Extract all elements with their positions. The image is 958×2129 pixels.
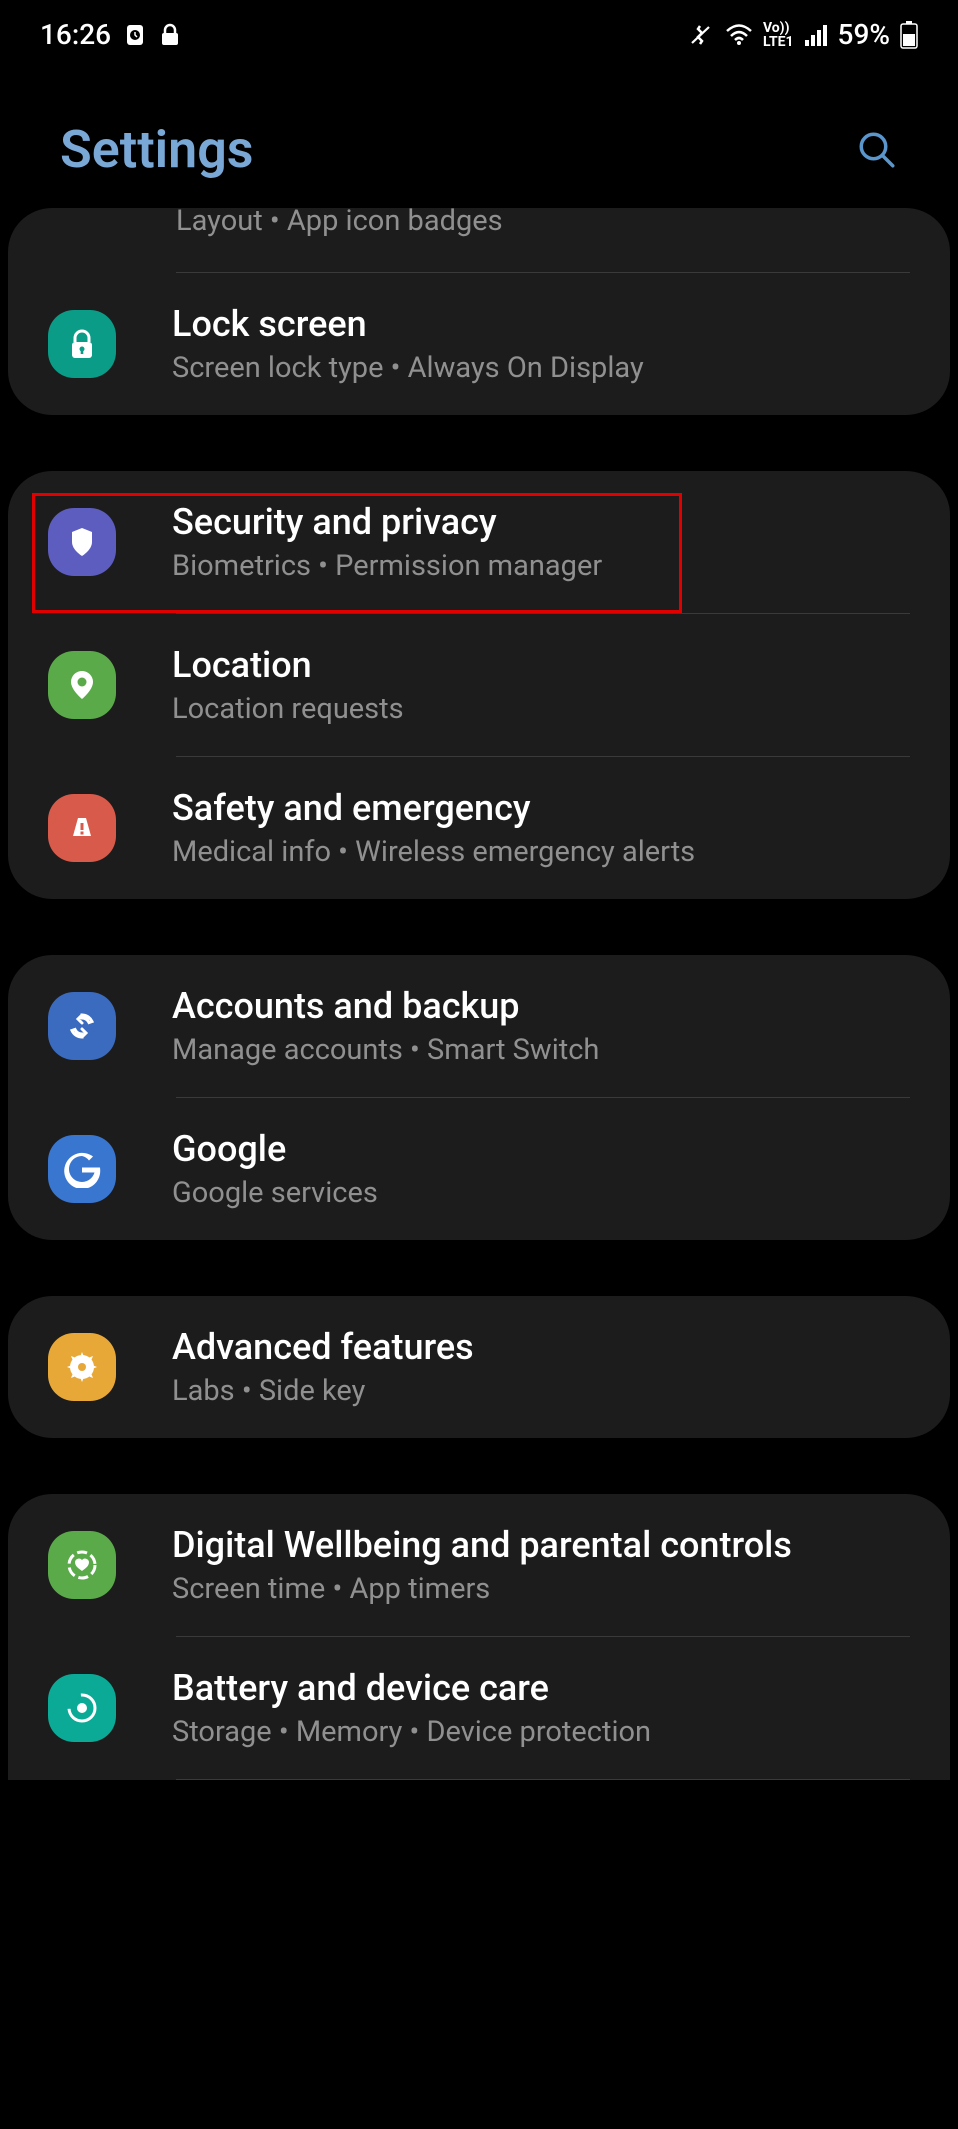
row-subtitle: Medical info • Wireless emergency alerts [172,835,910,869]
vibrate-icon [689,23,715,47]
row-title: Lock screen [172,303,910,345]
settings-item-advanced-features[interactable]: Advanced features Labs • Side key [8,1296,950,1438]
settings-item-accounts-backup[interactable]: Accounts and backup Manage accounts • Sm… [8,955,950,1097]
row-content: Google Google services [172,1128,910,1210]
row-title: Location [172,644,910,686]
status-left: 16:26 [40,18,181,51]
row-content: Location Location requests [172,644,910,726]
row-title: Advanced features [172,1326,910,1368]
row-content: Lock screen Screen lock type • Always On… [172,303,910,385]
shield-icon [48,508,116,576]
settings-item-location[interactable]: Location Location requests [8,614,950,756]
search-button[interactable] [856,129,898,171]
settings-title: Settings [60,119,254,180]
lock-icon [159,23,181,47]
row-content: Safety and emergency Medical info • Wire… [172,787,910,869]
clock-icon [123,23,147,47]
settings-group-security: Security and privacy Biometrics • Permis… [8,471,950,899]
divider [176,1779,910,1780]
row-subtitle: Location requests [172,692,910,726]
advanced-gear-icon [48,1333,116,1401]
settings-group-accounts: Accounts and backup Manage accounts • Sm… [8,955,950,1240]
settings-group-device: Digital Wellbeing and parental controls … [8,1494,950,1780]
settings-group-display: Layout • App icon badges Lock screen Scr… [8,208,950,415]
row-subtitle: Storage • Memory • Device protection [172,1715,910,1749]
wellbeing-icon [48,1531,116,1599]
row-subtitle: Manage accounts • Smart Switch [172,1033,910,1067]
settings-item-lock-screen[interactable]: Lock screen Screen lock type • Always On… [8,273,950,415]
status-right: Vo)) LTE1 59% [689,18,918,51]
row-subtitle: Google services [172,1176,910,1210]
google-icon [48,1135,116,1203]
settings-item-digital-wellbeing[interactable]: Digital Wellbeing and parental controls … [8,1494,950,1636]
settings-item-battery-device-care[interactable]: Battery and device care Storage • Memory… [8,1637,950,1779]
search-icon [856,129,898,171]
row-subtitle: Screen time • App timers [172,1572,910,1606]
row-title: Safety and emergency [172,787,910,829]
row-content: Advanced features Labs • Side key [172,1326,910,1408]
signal-icon [804,24,828,46]
status-time: 16:26 [40,18,111,51]
settings-item-safety-emergency[interactable]: Safety and emergency Medical info • Wire… [8,757,950,899]
row-title: Digital Wellbeing and parental controls [172,1524,910,1566]
device-care-icon [48,1674,116,1742]
settings-item-google[interactable]: Google Google services [8,1098,950,1240]
row-title: Security and privacy [172,501,910,543]
settings-group-advanced: Advanced features Labs • Side key [8,1296,950,1438]
battery-percent: 59% [838,18,890,51]
battery-icon [900,21,918,49]
lock-screen-icon [48,310,116,378]
row-content: Security and privacy Biometrics • Permis… [172,501,910,583]
sync-icon [48,992,116,1060]
row-subtitle: Screen lock type • Always On Display [172,351,910,385]
row-subtitle: Biometrics • Permission manager [172,549,910,583]
emergency-icon [48,794,116,862]
volte-icon: Vo)) LTE1 [763,21,794,49]
row-subtitle: Labs • Side key [172,1374,910,1408]
row-content: Accounts and backup Manage accounts • Sm… [172,985,910,1067]
row-content: Battery and device care Storage • Memory… [172,1667,910,1749]
row-title: Battery and device care [172,1667,910,1709]
partial-row-subtitle: Layout • App icon badges [136,208,950,268]
status-bar: 16:26 Vo)) LTE1 59% [0,0,958,69]
settings-item-security-privacy[interactable]: Security and privacy Biometrics • Permis… [8,471,950,613]
row-content: Digital Wellbeing and parental controls … [172,1524,910,1606]
location-pin-icon [48,651,116,719]
row-title: Google [172,1128,910,1170]
row-title: Accounts and backup [172,985,910,1027]
page-header: Settings [0,69,958,210]
wifi-icon [725,24,753,46]
